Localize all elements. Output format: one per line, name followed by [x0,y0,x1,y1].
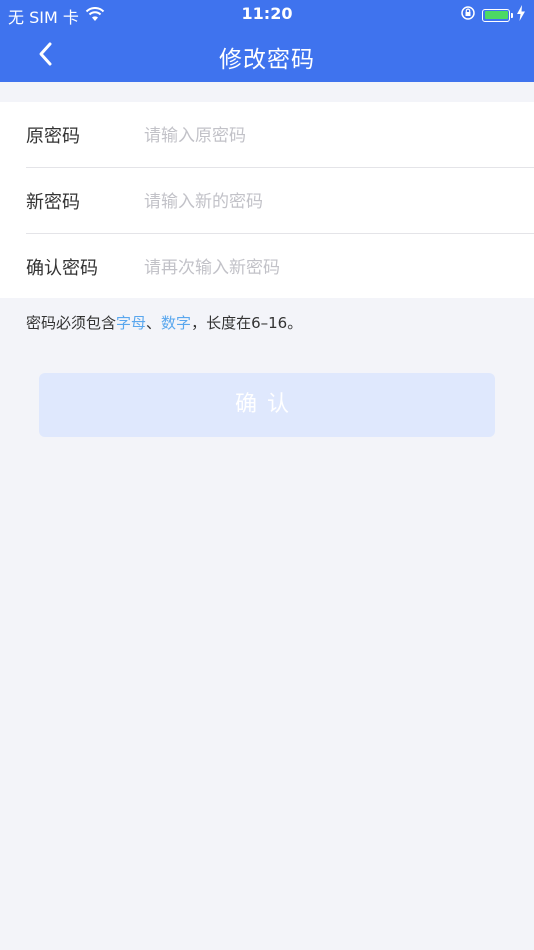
confirm-password-label: 确认密码 [26,258,98,279]
status-bar: 无 SIM 卡 11:20 [0,0,534,28]
hint-letters: 字母 [116,314,147,332]
new-password-input[interactable] [142,182,516,222]
password-form: 原密码 新密码 确认密码 [0,102,534,298]
confirm-button[interactable]: 确认 [39,373,495,437]
header: 无 SIM 卡 11:20 修改密码 [0,0,534,82]
nav-bar: 修改密码 [0,28,534,82]
confirm-password-input[interactable] [142,248,516,288]
old-password-label: 原密码 [26,126,80,147]
battery-icon [482,8,513,22]
new-password-label: 新密码 [26,192,80,213]
status-right [460,5,526,25]
hint-suffix: ，长度在6–16。 [191,314,303,332]
password-hint: 密码必须包含字母、数字，长度在6–16。 [26,312,302,333]
page-title: 修改密码 [219,47,315,73]
hint-digits: 数字 [161,314,192,332]
charging-icon [516,5,526,25]
confirm-password-row: 确认密码 [0,234,534,299]
old-password-row: 原密码 [0,102,534,167]
status-time: 11:20 [241,4,293,23]
new-password-row: 新密码 [0,168,534,233]
rotation-lock-icon [460,5,476,25]
hint-separator: 、 [146,314,162,332]
old-password-input[interactable] [142,116,516,156]
hint-prefix: 密码必须包含 [26,314,117,332]
